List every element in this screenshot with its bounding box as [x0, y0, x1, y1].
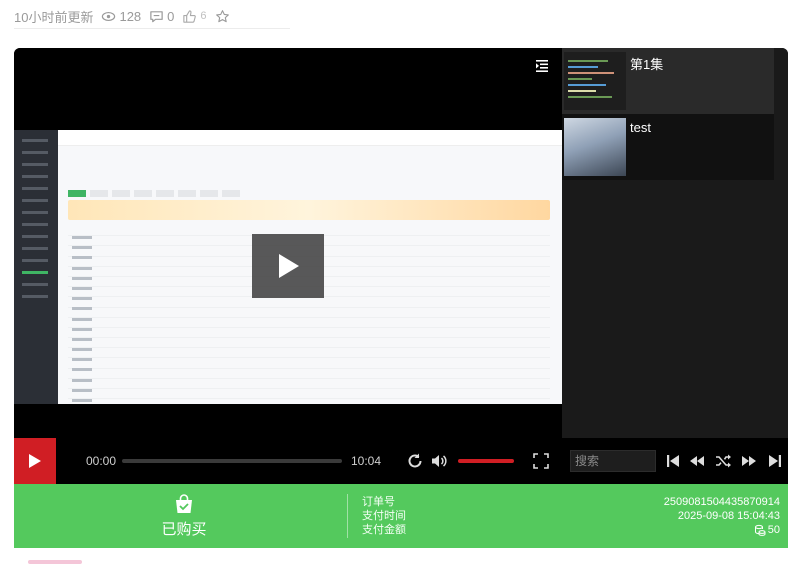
likes-count: 6: [200, 10, 207, 22]
episode-title: test: [630, 120, 651, 135]
comments-stat[interactable]: 0: [149, 9, 174, 24]
like-button[interactable]: 6: [182, 9, 207, 24]
eye-icon: [102, 11, 116, 21]
shopping-bag-icon: [176, 494, 192, 513]
paid-amount: 50: [767, 524, 780, 536]
episode-playlist: 第1集 test: [562, 48, 788, 438]
volume-slider[interactable]: [458, 459, 514, 463]
favorite-button[interactable]: [215, 9, 230, 24]
fast-forward-icon[interactable]: [740, 452, 758, 470]
current-time: 00:00: [86, 454, 117, 468]
episode-title: 第1集: [630, 57, 664, 72]
play-icon: [279, 254, 299, 278]
play-icon: [29, 454, 41, 468]
control-bar: 00:00 10:04: [14, 438, 788, 484]
playlist-item[interactable]: 第1集: [562, 48, 774, 114]
playlist-item[interactable]: test: [562, 114, 774, 180]
video-player: 第1集 test 00:00 10:04: [14, 48, 788, 484]
views-stat: 128: [101, 9, 141, 24]
episode-thumbnail: [564, 52, 626, 110]
meta-divider: [14, 28, 290, 29]
thumbs-up-icon: [183, 9, 197, 23]
comments-count: 0: [167, 8, 175, 24]
shuffle-icon[interactable]: [714, 452, 732, 470]
episode-thumbnail: [564, 118, 626, 176]
frame-banner: [68, 200, 550, 220]
frame-topbar: [58, 130, 562, 146]
views-count: 128: [119, 8, 142, 24]
big-play-button[interactable]: [252, 234, 324, 298]
frame-sidebar: [14, 130, 58, 404]
paid-time-label: 支付时间: [362, 510, 406, 522]
coins-icon: [754, 524, 766, 536]
replay-icon[interactable]: [406, 452, 424, 470]
order-field-values: 2509081504435870914 2025-09-08 15:04:43 …: [664, 495, 780, 540]
paid-time-value: 2025-09-08 15:04:43: [677, 510, 780, 522]
updated-time: 10小时前更新: [14, 9, 94, 25]
post-meta-bar: 10小时前更新 128 0 6: [14, 6, 230, 26]
purchase-bar: 已购买 订单号 支付时间 支付金额 2509081504435870914 20…: [14, 484, 788, 548]
fullscreen-icon[interactable]: [532, 452, 550, 470]
order-no-label: 订单号: [362, 496, 395, 508]
playlist-search-input[interactable]: [570, 450, 656, 472]
comment-icon: [150, 10, 163, 22]
order-no-value: 2509081504435870914: [663, 496, 780, 508]
order-field-labels: 订单号 支付时间 支付金额: [362, 495, 406, 537]
playlist-toggle-icon[interactable]: [534, 58, 550, 74]
frame-button-row: [68, 184, 308, 197]
tag-chip[interactable]: [28, 560, 82, 564]
play-button[interactable]: [14, 438, 56, 484]
progress-bar[interactable]: [122, 459, 342, 463]
star-icon: [215, 9, 229, 22]
skip-last-icon[interactable]: [766, 452, 784, 470]
duration: 10:04: [351, 454, 382, 468]
purchased-label: 已购买: [161, 521, 207, 538]
paid-amount-value: 50: [754, 523, 780, 537]
skip-first-icon[interactable]: [664, 452, 682, 470]
volume-icon[interactable]: [430, 452, 448, 470]
rewind-icon[interactable]: [688, 452, 706, 470]
video-viewport[interactable]: [14, 48, 562, 438]
purchase-divider: [347, 494, 348, 538]
paid-amount-label: 支付金额: [362, 524, 406, 536]
purchased-status: 已购买: [154, 492, 214, 539]
